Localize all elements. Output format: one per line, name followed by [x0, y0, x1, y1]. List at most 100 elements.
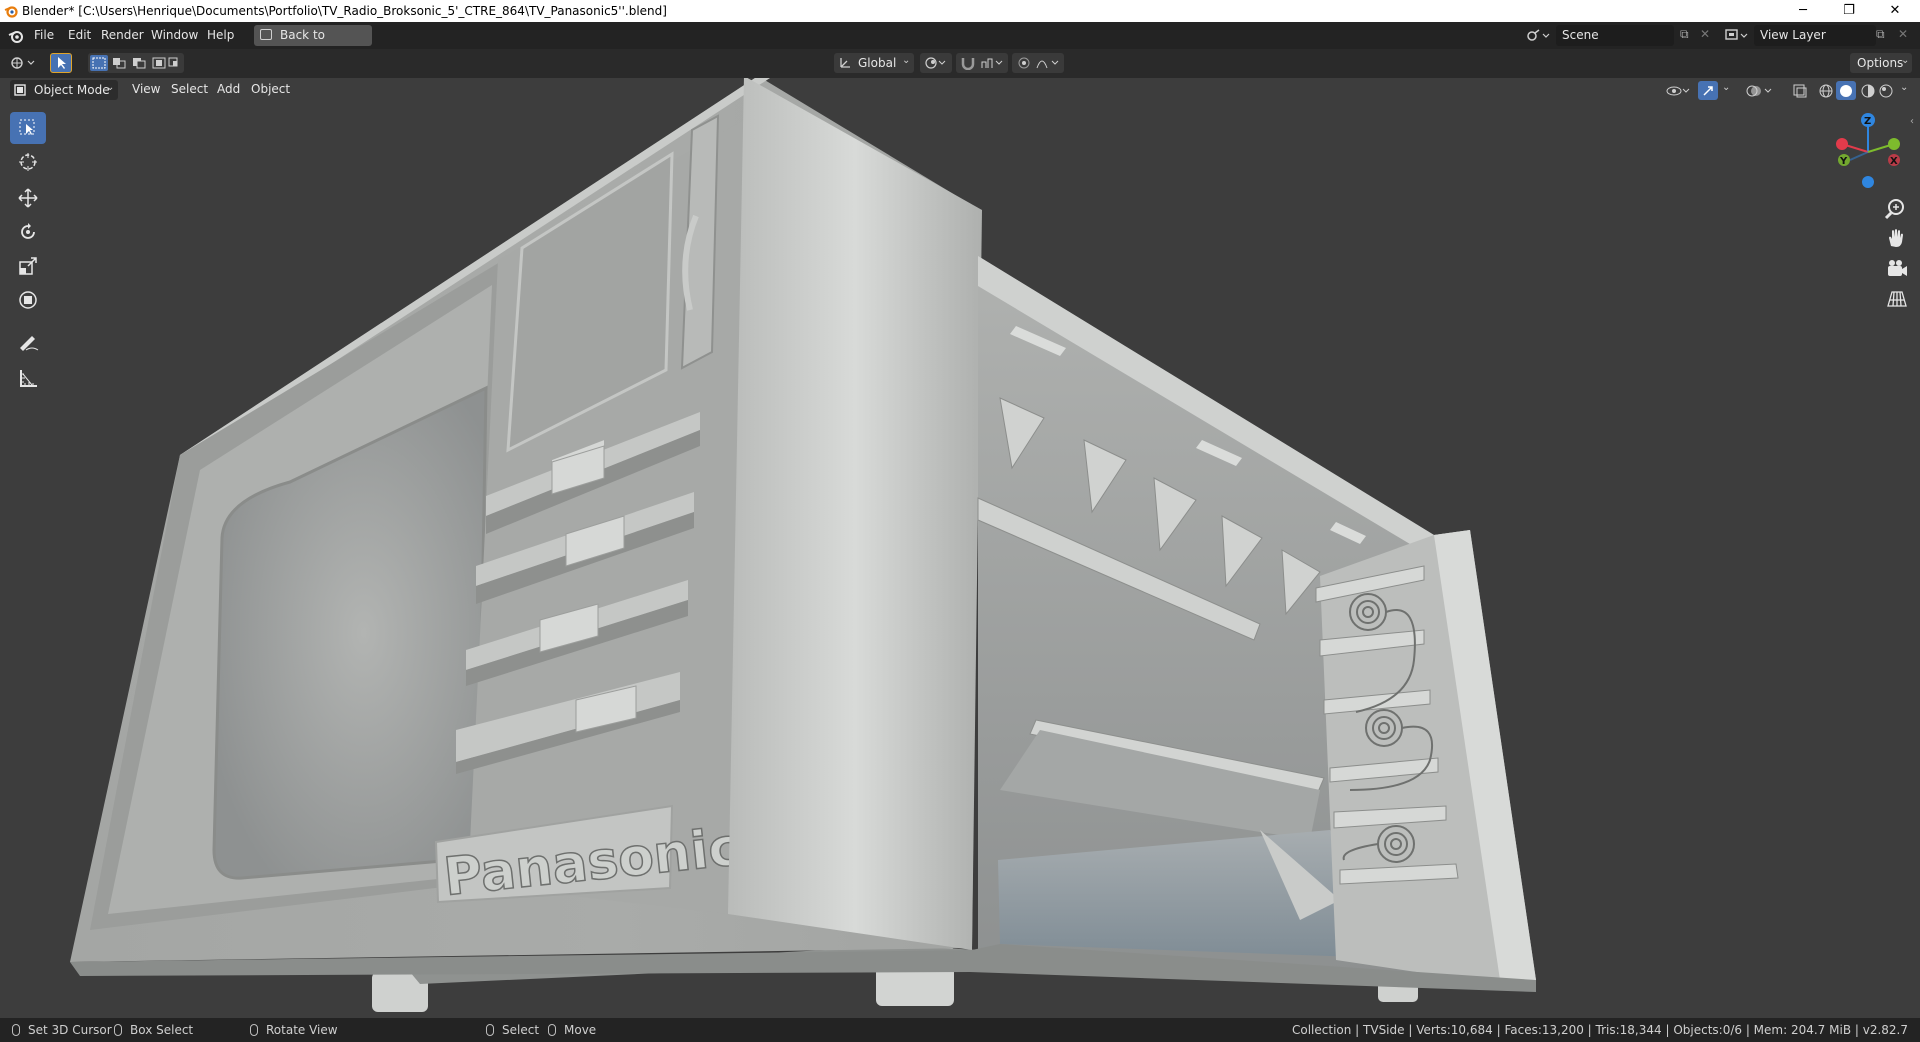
pan-hand-icon[interactable] — [1882, 226, 1912, 252]
measure-ruler-icon — [20, 370, 37, 387]
gizmo-neg-x-axis[interactable] — [1836, 138, 1848, 150]
gizmo-icon — [1703, 86, 1713, 96]
status-rotate-view: Rotate View — [250, 1023, 338, 1037]
minimize-icon[interactable]: ─ — [1780, 0, 1826, 22]
mouse-left-icon — [12, 1024, 20, 1036]
mouse-drag-right-icon — [548, 1024, 556, 1036]
orientation-axis-icon — [840, 58, 850, 68]
window-titlebar: Blender* [C:\Users\Henrique\Documents\Po… — [0, 0, 1920, 22]
mode-intersect-icon[interactable] — [168, 57, 182, 69]
editor-type-icon[interactable] — [10, 55, 38, 71]
object-mode-dropdown[interactable]: Object Mode ⌄ — [10, 80, 118, 100]
mode-invert-icon[interactable] — [152, 57, 166, 69]
back-to-previous-button[interactable]: Back to Previous — [254, 25, 372, 63]
blender-menu-icon[interactable] — [8, 28, 24, 44]
close-icon[interactable]: ✕ — [1872, 0, 1918, 22]
rendered-shading-icon[interactable] — [1878, 83, 1894, 99]
tool-cursor[interactable] — [10, 146, 46, 178]
new-view-layer-icon[interactable]: ⧉ — [1876, 27, 1885, 42]
zoom-magnifier-icon[interactable] — [1882, 196, 1912, 222]
overlays-icon[interactable] — [1746, 83, 1774, 99]
tool-annotate[interactable] — [10, 326, 46, 358]
proportional-editing-icon — [1018, 57, 1030, 69]
scale-icon — [19, 257, 37, 275]
menu-select[interactable]: Select — [171, 82, 208, 96]
scene-field[interactable]: Scene — [1556, 25, 1674, 46]
gizmo-toggle[interactable] — [1698, 81, 1718, 100]
mouse-drag-icon — [114, 1024, 122, 1036]
tv-corner-edge — [728, 78, 982, 950]
delete-view-layer-icon[interactable]: ✕ — [1898, 27, 1908, 41]
delete-scene-icon[interactable]: ✕ — [1700, 27, 1710, 41]
perspective-grid-icon[interactable] — [1882, 286, 1912, 312]
tool-header: Global ⌄ Options ⌄ — [0, 49, 1920, 79]
blender-logo-icon — [4, 6, 18, 18]
gizmo-neg-z-axis[interactable] — [1862, 176, 1874, 188]
falloff-icon — [1036, 60, 1059, 69]
menu-add[interactable]: Add — [217, 82, 240, 96]
restore-icon[interactable]: ❐ — [1826, 0, 1872, 22]
xray-toggle-icon[interactable] — [1792, 83, 1808, 99]
snap-increment-icon — [981, 58, 1003, 68]
status-bar: Set 3D Cursor Box Select Rotate View Sel… — [0, 1018, 1920, 1042]
tv-model-render: Panasonic — [70, 78, 1536, 1012]
snap-toggle[interactable] — [956, 53, 1008, 73]
view-layer-icon[interactable] — [1724, 27, 1750, 43]
scene-statistics: Collection | TVSide | Verts:10,684 | Fac… — [1292, 1023, 1908, 1037]
tool-transform[interactable] — [10, 284, 46, 316]
chevron-down-icon[interactable]: ⌄ — [1722, 82, 1730, 93]
tool-measure[interactable] — [10, 362, 46, 394]
chevron-down-icon: ⌄ — [902, 55, 911, 66]
menu-view[interactable]: View — [132, 82, 160, 96]
mode-subtract-icon[interactable] — [132, 57, 146, 69]
status-box-select: Box Select — [114, 1023, 193, 1037]
tool-rotate[interactable] — [10, 216, 46, 248]
tool-scale[interactable] — [10, 250, 46, 282]
gizmo-y-neg-axis[interactable] — [1888, 138, 1900, 150]
material-shading-icon[interactable] — [1860, 83, 1876, 99]
selection-mode-group — [88, 53, 184, 73]
menu-help[interactable]: Help — [207, 28, 234, 42]
camera-view-icon[interactable] — [1882, 256, 1912, 282]
pivot-point-dropdown[interactable] — [920, 53, 952, 73]
wireframe-shading-icon[interactable] — [1818, 83, 1834, 99]
3d-cursor-icon — [19, 153, 37, 171]
scene-icon[interactable] — [1526, 27, 1552, 43]
magnet-icon — [961, 58, 975, 70]
gizmo-x-label: X — [1890, 156, 1898, 167]
menu-object[interactable]: Object — [251, 82, 290, 96]
tool-select-box[interactable] — [10, 112, 46, 144]
mode-extend-icon[interactable] — [112, 57, 126, 69]
menu-render[interactable]: Render — [101, 28, 144, 42]
cursor-arrow-icon — [58, 57, 66, 69]
solid-shading-button[interactable] — [1836, 81, 1856, 100]
proportional-editing-toggle[interactable] — [1012, 53, 1064, 73]
options-dropdown[interactable]: Options ⌄ — [1850, 53, 1912, 73]
gizmo-y-label: Y — [1839, 156, 1848, 167]
menu-window[interactable]: Window — [151, 28, 198, 42]
annotate-pencil-icon — [20, 336, 39, 351]
mouse-middle-icon — [250, 1024, 258, 1036]
object-mode-icon — [14, 84, 26, 96]
menu-edit[interactable]: Edit — [68, 28, 91, 42]
menu-file[interactable]: File — [34, 28, 54, 42]
status-move: Move — [548, 1023, 596, 1037]
chevron-down-icon[interactable]: ⌄ — [1900, 82, 1908, 93]
window-title: Blender* [C:\Users\Henrique\Documents\Po… — [22, 4, 667, 18]
view-layer-field[interactable]: View Layer — [1754, 25, 1876, 46]
mode-set-icon — [92, 57, 106, 69]
select-tool-active-button[interactable] — [50, 53, 72, 73]
sidebar-toggle-icon[interactable]: ‹ — [1910, 116, 1914, 127]
navigation-gizmo[interactable]: Z X Y — [1826, 112, 1910, 194]
new-scene-icon[interactable]: ⧉ — [1680, 27, 1689, 42]
select-box-icon — [19, 119, 35, 135]
transform-icon — [19, 291, 37, 309]
object-visibility-icon[interactable] — [1666, 83, 1692, 99]
tool-move[interactable] — [10, 182, 46, 214]
solid-shading-icon — [1840, 85, 1852, 97]
transform-orientation-dropdown[interactable]: Global ⌄ — [834, 53, 914, 73]
move-icon — [18, 188, 38, 208]
back-icon — [260, 29, 272, 40]
chevron-down-icon: ⌄ — [106, 82, 115, 93]
3d-viewport[interactable]: Panasonic — [0, 78, 1920, 1018]
